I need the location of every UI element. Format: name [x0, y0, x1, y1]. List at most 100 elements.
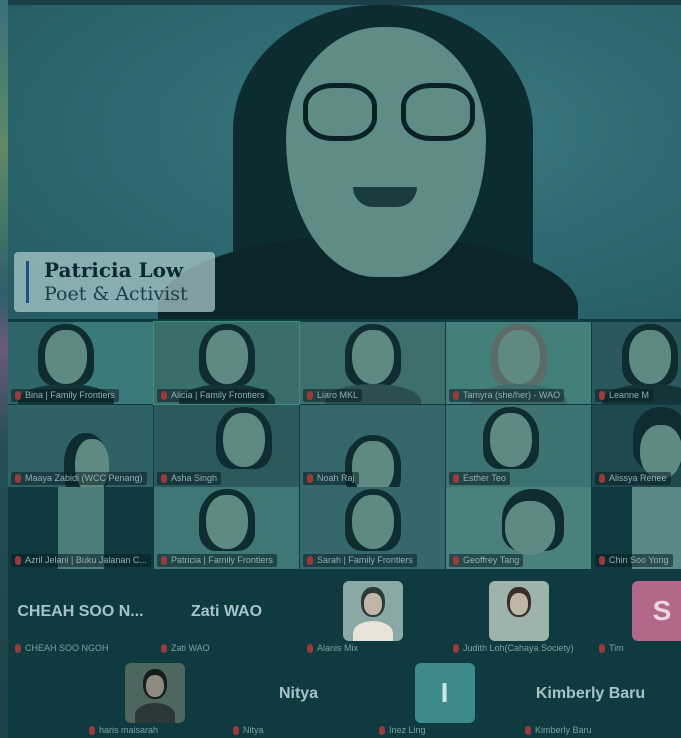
participant-tile[interactable]: CHEAH SOO N... CHEAH SOO NGOH: [8, 575, 153, 657]
mic-muted-icon: [453, 644, 459, 653]
avatar: [124, 663, 185, 723]
participant-tile[interactable]: Alicia | Family Frontiers: [153, 321, 300, 405]
participant-tile[interactable]: S Tim: [592, 575, 681, 657]
mic-muted-icon: [453, 556, 459, 565]
participant-face: [628, 330, 671, 384]
mic-muted-icon: [15, 556, 21, 565]
meeting-window: Patricia Low Poet & Activist Bina | Fami…: [0, 0, 681, 738]
participant-tile[interactable]: I Inez Ling: [372, 657, 517, 738]
participant-face: [505, 501, 556, 555]
participant-name-label: Sarah | Family Frontiers: [303, 554, 417, 567]
participant-name-label: Esther Teo: [449, 472, 510, 485]
participant-tile[interactable]: Alanis Mix: [300, 575, 445, 657]
participant-name-label: Maaya Zabidi (WCC Penang): [11, 472, 147, 485]
participant-name-label: Noah Raj: [303, 472, 359, 485]
mic-muted-icon: [161, 474, 167, 483]
participant-name-label: Geoffrey Tang: [449, 554, 524, 567]
mic-muted-icon: [453, 391, 459, 400]
participant-display-name: Nitya: [278, 685, 319, 702]
participant-tile[interactable]: Asha Singh: [154, 405, 299, 487]
participant-name-label: Inez Ling: [375, 724, 426, 737]
participant-face: [205, 495, 248, 549]
mic-muted-icon: [525, 726, 531, 735]
participant-face: [222, 413, 265, 467]
participant-tile[interactable]: Nitya Nitya: [226, 657, 371, 738]
participant-name-label: Zati WAO: [157, 642, 210, 655]
participant-tile[interactable]: Patricia | Family Frontiers: [154, 487, 299, 569]
participant-tile[interactable]: Esther Teo: [446, 405, 591, 487]
participant-tile[interactable]: Bina | Family Frontiers: [8, 322, 153, 404]
participant-tile[interactable]: Zati WAO Zati WAO: [154, 575, 299, 657]
participant-name-label: Patricia | Family Frontiers: [157, 554, 277, 567]
participant-face: [490, 413, 533, 467]
participant-name-label: Azril Jelani | Buku Jalanan C...: [11, 554, 151, 567]
participant-tile[interactable]: Tamyra (she/her) - WAO: [446, 322, 591, 404]
mic-muted-icon: [89, 726, 95, 735]
speaker-lower-third: Patricia Low Poet & Activist: [14, 252, 215, 312]
participant-name-label: Nitya: [229, 724, 264, 737]
mic-muted-icon: [15, 391, 21, 400]
mic-muted-icon: [161, 391, 167, 400]
participant-display-name: Kimberly Baru: [535, 685, 646, 702]
participant-tile[interactable]: Chin Soo Yong: [592, 487, 681, 569]
avatar: I: [414, 663, 475, 723]
participant-name-label: Alissya Renee: [595, 472, 671, 485]
participant-name-label: haris maisarah: [85, 724, 158, 737]
participant-name-label: CHEAH SOO NGOH: [11, 642, 109, 655]
participant-face: [205, 330, 248, 384]
participant-name-label: Alicia | Family Frontiers: [157, 389, 269, 402]
participant-name-label: Liaro MKL: [303, 389, 363, 402]
participant-name-label: Tim: [595, 642, 624, 655]
participant-tile[interactable]: Alissya Renee: [592, 405, 681, 487]
avatar: S: [632, 581, 681, 641]
participant-tile[interactable]: Kimberly Baru Kimberly Baru: [518, 657, 663, 738]
mic-muted-icon: [233, 726, 239, 735]
participant-face: [45, 330, 87, 384]
speaker-face: [286, 27, 486, 277]
participant-name-label: Asha Singh: [157, 472, 222, 485]
participant-tile[interactable]: Sarah | Family Frontiers: [300, 487, 445, 569]
participant-tile[interactable]: Noah Raj: [300, 405, 445, 487]
participant-tile[interactable]: haris maisarah: [82, 657, 227, 738]
mic-muted-icon: [307, 391, 313, 400]
mic-muted-icon: [15, 644, 21, 653]
mic-muted-icon: [379, 726, 385, 735]
glasses-icon: [303, 83, 377, 141]
avatar: [488, 581, 549, 641]
participant-face: [640, 425, 681, 479]
participant-tile[interactable]: Geoffrey Tang: [446, 487, 591, 569]
mic-muted-icon: [599, 391, 605, 400]
mic-muted-icon: [599, 474, 605, 483]
participant-face: [497, 330, 540, 384]
participant-name-label: Leanne M: [595, 389, 654, 402]
participant-name-label: Alanis Mix: [303, 642, 358, 655]
mic-muted-icon: [599, 644, 605, 653]
participant-name-label: Bina | Family Frontiers: [11, 389, 119, 402]
lower-third-accent-bar: [26, 261, 29, 303]
participant-tile[interactable]: Liaro MKL: [300, 322, 445, 404]
participant-name-label: Judith Loh(Cahaya Society): [449, 642, 574, 655]
mic-muted-icon: [161, 644, 167, 653]
shared-slide-edge: [0, 0, 8, 738]
participant-tile[interactable]: Maaya Zabidi (WCC Penang): [8, 405, 153, 487]
mic-muted-icon: [599, 556, 605, 565]
mic-muted-icon: [453, 474, 459, 483]
mic-muted-icon: [307, 644, 313, 653]
participant-tile[interactable]: Judith Loh(Cahaya Society): [446, 575, 591, 657]
participant-face: [351, 495, 394, 549]
participant-name-label: Kimberly Baru: [521, 724, 592, 737]
speaker-mouth: [353, 187, 417, 207]
speaker-name: Patricia Low: [44, 258, 184, 282]
glasses-icon: [401, 83, 475, 141]
participant-display-name: CHEAH SOO N...: [17, 603, 144, 620]
avatar: [342, 581, 403, 641]
participant-name-label: Chin Soo Yong: [595, 554, 673, 567]
participant-tile[interactable]: Azril Jelani | Buku Jalanan C...: [8, 487, 153, 569]
participant-name-label: Tamyra (she/her) - WAO: [449, 389, 565, 402]
speaker-role: Poet & Activist: [44, 283, 188, 305]
mic-muted-icon: [307, 556, 313, 565]
mic-muted-icon: [161, 556, 167, 565]
participant-display-name: Zati WAO: [190, 603, 263, 620]
participant-tile[interactable]: Leanne M: [592, 322, 681, 404]
participant-face: [351, 330, 394, 384]
